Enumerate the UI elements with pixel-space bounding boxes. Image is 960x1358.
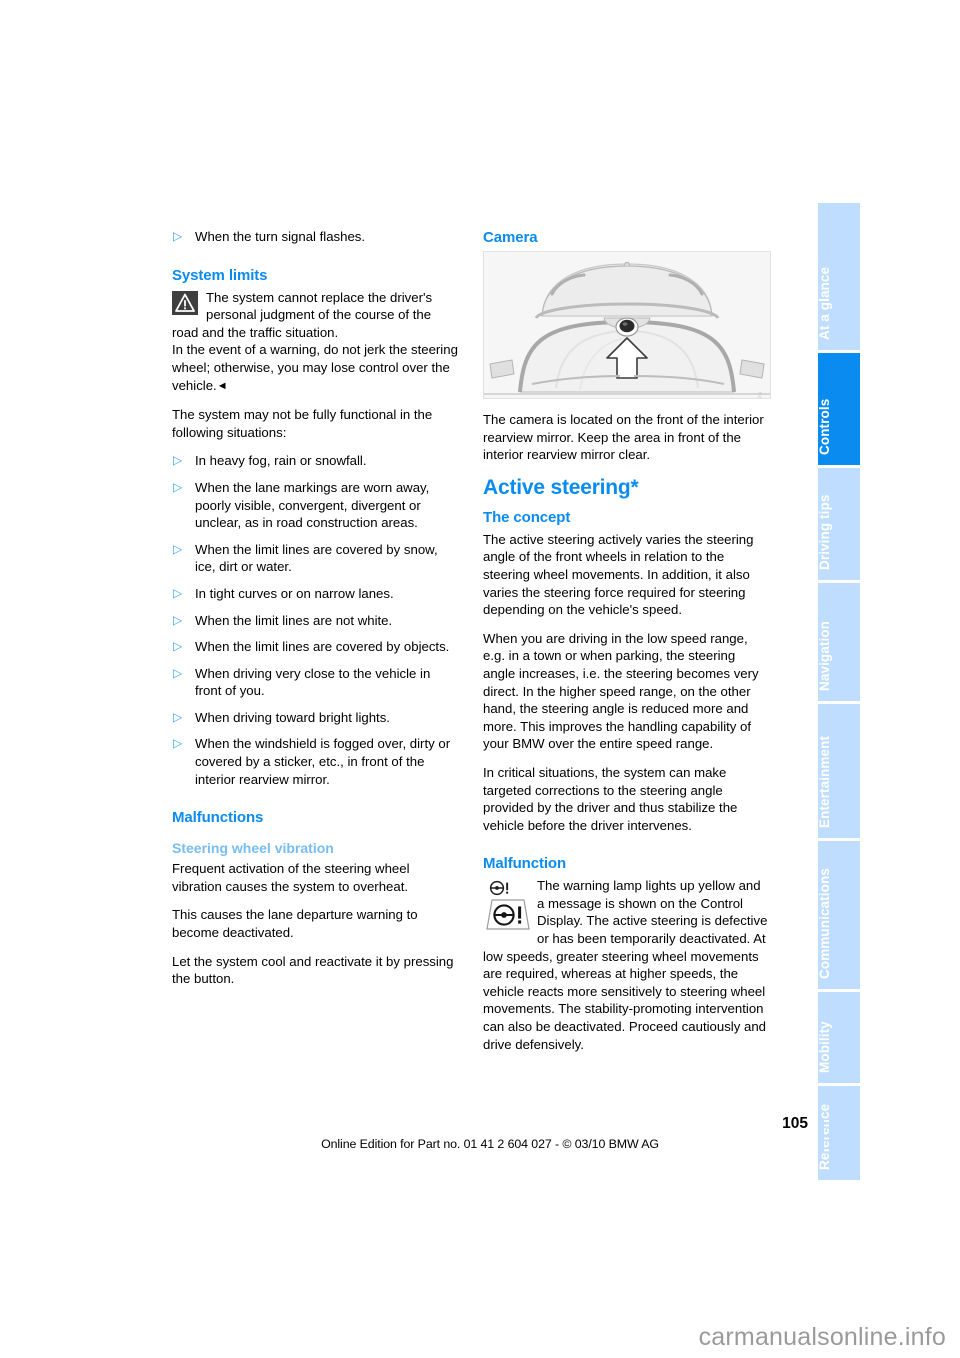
warning-note: The system cannot replace the driver's p… xyxy=(172,289,460,396)
triangle-right-icon: ▷ xyxy=(173,736,183,751)
triangle-right-icon: ▷ xyxy=(173,229,183,243)
tab-at-a-glance[interactable]: At a glance xyxy=(818,203,860,350)
tab-label: At a glance xyxy=(818,266,832,340)
concept-paragraph-1: The active steering actively varies the … xyxy=(483,531,754,618)
list-item: ▷ When the limit lines are covered by sn… xyxy=(172,541,460,576)
list-item-text: In heavy fog, rain or snowfall. xyxy=(195,453,367,469)
camera-figure: WCS0510196 xyxy=(483,251,771,399)
list-item: ▷ When the lane markings are worn away, … xyxy=(172,479,460,532)
list-item-text: When driving very close to the vehicle i… xyxy=(195,665,431,699)
heading-camera: Camera xyxy=(483,229,538,246)
site-watermark: carmanualsonline.info xyxy=(698,1323,946,1351)
tab-navigation[interactable]: Navigation xyxy=(818,583,860,701)
heading-malfunctions: Malfunctions xyxy=(172,809,264,827)
subheading-steering-wheel-vibration: Steering wheel vibration xyxy=(172,840,334,857)
list-item: ▷ When driving toward bright lights. xyxy=(172,709,460,727)
malfunctions-paragraph-3: Let the system cool and reactivate it by… xyxy=(172,953,454,987)
manual-page: At a glance Controls Driving tips Naviga… xyxy=(0,0,960,1358)
footer-text: Online Edition for Part no. 01 41 2 604 … xyxy=(321,1137,659,1151)
list-item-text: When the windshield is fogged over, dirt… xyxy=(195,736,451,787)
triangle-right-icon: ▷ xyxy=(173,612,183,627)
list-item: ▷ When the limit lines are covered by ob… xyxy=(172,638,460,656)
malfunction-lamp-note: The warning lamp lights up yellow and a … xyxy=(483,877,771,1053)
footer-accent-bar xyxy=(818,1120,824,1152)
tab-label: Navigation xyxy=(818,620,832,691)
list-item-text: When the limit lines are not white. xyxy=(195,612,393,628)
triangle-right-icon: ▷ xyxy=(173,639,183,654)
concept-paragraph-2: When you are driving in the low speed ra… xyxy=(483,630,759,752)
camera-caption: The camera is located on the front of th… xyxy=(483,412,764,463)
list-item-text: When driving toward bright lights. xyxy=(195,709,390,725)
tab-label: Communications xyxy=(818,868,832,979)
list-item: ▷ In heavy fog, rain or snowfall. xyxy=(172,452,460,470)
concept-paragraph-3: In critical situations, the system can m… xyxy=(483,764,738,833)
figure-code: WCS0510196 xyxy=(751,392,769,398)
tab-label: Controls xyxy=(818,398,832,455)
triangle-right-icon: ▷ xyxy=(173,453,183,468)
right-text-column: Camera The camera is located on the fron… xyxy=(483,228,771,1064)
list-item-text: When the limit lines are covered by snow… xyxy=(195,541,438,575)
tab-controls[interactable]: Controls xyxy=(818,353,860,465)
tab-communications[interactable]: Communications xyxy=(818,841,860,989)
list-item: ▷ When the turn signal flashes. xyxy=(172,228,460,246)
triangle-right-icon: ▷ xyxy=(173,665,183,680)
malfunctions-paragraph-1: Frequent activation of the steering whee… xyxy=(172,861,410,894)
steering-warning-lamp-icon xyxy=(483,878,531,932)
system-limits-bullet-list: ▷ In heavy fog, rain or snowfall. ▷ When… xyxy=(172,452,460,788)
triangle-right-icon: ▷ xyxy=(173,479,183,494)
tab-label: Mobility xyxy=(818,1021,832,1073)
heading-system-limits: System limits xyxy=(172,266,268,284)
end-of-note-marker: ◄ xyxy=(216,379,228,392)
page-title-active-steering: Active steering* xyxy=(483,475,639,499)
camera-illustration: WCS0510196 xyxy=(483,251,771,399)
lead-bullet-list: ▷ When the turn signal flashes. xyxy=(172,228,460,246)
warning-triangle-icon xyxy=(172,290,198,315)
list-item: ▷ When the windshield is fogged over, di… xyxy=(172,735,460,788)
list-item: ▷ When the limit lines are not white. xyxy=(172,612,460,630)
list-item-text: When the limit lines are covered by obje… xyxy=(195,639,450,655)
tab-label: Entertainment xyxy=(818,735,832,828)
tab-reference[interactable]: Reference xyxy=(818,1086,860,1180)
triangle-right-icon: ▷ xyxy=(173,585,183,600)
system-limits-intro: The system may not be fully functional i… xyxy=(172,407,433,440)
warning-note-text: The system cannot replace the driver's p… xyxy=(172,289,433,340)
tab-driving-tips[interactable]: Driving tips xyxy=(818,468,860,580)
section-tab-rail: At a glance Controls Driving tips Naviga… xyxy=(818,203,860,1180)
malfunctions-paragraph-2: This causes the lane departure warning t… xyxy=(172,907,418,941)
list-item-text: When the lane markings are worn away, po… xyxy=(195,479,430,531)
list-item: ▷ When driving very close to the vehicle… xyxy=(172,665,460,700)
triangle-right-icon: ▷ xyxy=(173,541,183,556)
list-item-text: In tight curves or on narrow lanes. xyxy=(195,585,394,601)
tab-entertainment[interactable]: Entertainment xyxy=(818,704,860,838)
warning-note-text-2: In the event of a warning, do not jerk t… xyxy=(172,342,458,393)
tab-mobility[interactable]: Mobility xyxy=(818,992,860,1083)
left-text-column: ▷ When the turn signal flashes. System l… xyxy=(172,228,460,999)
page-number: 105 xyxy=(782,1115,808,1132)
tab-label: Driving tips xyxy=(818,494,832,570)
list-item: ▷ In tight curves or on narrow lanes. xyxy=(172,585,460,603)
list-item-text: When the turn signal flashes. xyxy=(195,229,366,244)
triangle-right-icon: ▷ xyxy=(173,709,183,724)
heading-malfunction: Malfunction xyxy=(483,855,567,873)
heading-the-concept: The concept xyxy=(483,508,571,526)
